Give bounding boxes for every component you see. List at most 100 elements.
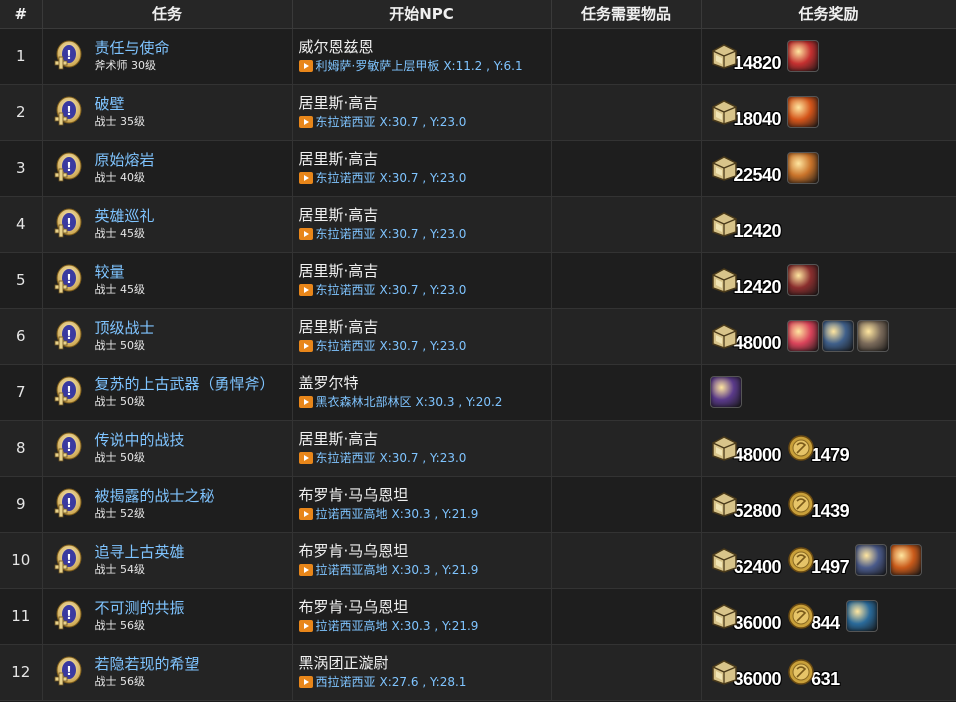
- quest-icon: !: [53, 151, 83, 185]
- npc-name: 居里斯·高吉: [298, 94, 379, 112]
- table-row: 1 ! 责任与使命 斧术师 30级 威尔恩兹恩 利姆萨·罗敏萨上层甲板 X:11…: [0, 28, 956, 85]
- location-place[interactable]: 拉诺西亚高地: [316, 561, 388, 579]
- location-coord: X:30.7 , Y:23.0: [379, 339, 467, 353]
- location-place[interactable]: 东拉诺西亚: [316, 337, 376, 355]
- npc-location[interactable]: 东拉诺西亚 X:30.7 , Y:23.0: [298, 449, 551, 467]
- table-row: 12 ! 若隐若现的希望 战士 56级 黑涡团正漩尉 西拉诺西亚 X:27.6 …: [0, 644, 956, 701]
- npc-location[interactable]: 利姆萨·罗敏萨上层甲板 X:11.2 , Y:6.1: [298, 57, 551, 75]
- quest-name[interactable]: 顶级战士: [95, 319, 155, 338]
- row-number: 5: [0, 252, 43, 309]
- strike-action-icon[interactable]: [845, 600, 878, 632]
- location-place[interactable]: 东拉诺西亚: [316, 449, 376, 467]
- quest-icon: !: [53, 95, 83, 129]
- location-place[interactable]: 东拉诺西亚: [316, 169, 376, 187]
- npc-location[interactable]: 拉诺西亚高地 X:30.3 , Y:21.9: [298, 505, 551, 523]
- quest-name[interactable]: 被揭露的战士之秘: [95, 487, 215, 506]
- quest-cell: ! 被揭露的战士之秘 战士 52级: [42, 476, 293, 533]
- npc-cell: 威尔恩兹恩 利姆萨·罗敏萨上层甲板 X:11.2 , Y:6.1: [292, 28, 552, 85]
- slash-action-icon[interactable]: [787, 264, 820, 296]
- location-coord: X:30.3 , Y:21.9: [391, 563, 479, 577]
- rewards-cell: 14820: [701, 28, 956, 85]
- svg-text:!: !: [66, 160, 71, 174]
- required-items-cell: [551, 84, 702, 141]
- npc-location[interactable]: 西拉诺西亚 X:27.6 , Y:28.1: [298, 673, 551, 691]
- row-number: 4: [0, 196, 43, 253]
- rewards-cell: 22540: [701, 140, 956, 197]
- quest-level: 战士 50级: [94, 394, 146, 408]
- svg-text:!: !: [66, 104, 71, 118]
- location-coord: X:30.3 , Y:21.9: [391, 507, 479, 521]
- burst-action-icon[interactable]: [787, 320, 820, 352]
- header-npc[interactable]: 开始NPC: [292, 0, 552, 29]
- npc-name: 盖罗尔特: [298, 374, 359, 392]
- svg-text:!: !: [66, 608, 71, 622]
- row-number: 7: [0, 364, 43, 421]
- quest-name[interactable]: 破壁: [95, 95, 146, 114]
- npc-location[interactable]: 拉诺西亚高地 X:30.3 , Y:21.9: [298, 617, 551, 635]
- location-place[interactable]: 东拉诺西亚: [316, 113, 376, 131]
- location-place[interactable]: 拉诺西亚高地: [316, 505, 388, 523]
- location-place[interactable]: 东拉诺西亚: [316, 281, 376, 299]
- npc-location[interactable]: 东拉诺西亚 X:30.7 , Y:23.0: [298, 281, 551, 299]
- table-row: 9 ! 被揭露的战士之秘 战士 52级 布罗肯·马乌恩坦 拉诺西亚高地 X:30…: [0, 476, 956, 533]
- rewards-cell: 62400 1497: [701, 532, 956, 589]
- quest-name[interactable]: 英雄巡礼: [95, 207, 155, 226]
- header-num[interactable]: #: [0, 0, 43, 29]
- quest-name[interactable]: 追寻上古英雄: [95, 543, 185, 562]
- heart-item-icon[interactable]: [787, 40, 820, 72]
- quest-name[interactable]: 责任与使命: [95, 39, 170, 58]
- fire-action-icon[interactable]: [787, 96, 820, 128]
- header-quest[interactable]: 任务: [42, 0, 293, 29]
- quest-name[interactable]: 传说中的战技: [95, 431, 185, 450]
- map-marker-icon: [298, 284, 313, 296]
- location-place[interactable]: 拉诺西亚高地: [316, 617, 388, 635]
- location-place[interactable]: 黑衣森林北部林区: [316, 393, 412, 411]
- gil-amount: 36000: [733, 613, 782, 633]
- whirl-action-icon[interactable]: [855, 544, 888, 576]
- armor-item-icon[interactable]: [822, 320, 855, 352]
- quest-name[interactable]: 若隐若现的希望: [95, 655, 200, 674]
- header-rewards[interactable]: 任务奖励: [701, 0, 956, 29]
- gauntlet-item-icon[interactable]: [857, 320, 890, 352]
- location-coord: X:30.7 , Y:23.0: [379, 171, 467, 185]
- axe-action-icon[interactable]: [787, 152, 820, 184]
- npc-name: 居里斯·高吉: [298, 206, 379, 224]
- quest-name[interactable]: 复苏的上古武器（勇悍斧）: [95, 375, 275, 394]
- svg-text:!: !: [66, 384, 71, 398]
- gil-amount: 62400: [733, 557, 782, 577]
- header-items[interactable]: 任务需要物品: [551, 0, 702, 29]
- map-marker-icon: [298, 60, 313, 72]
- row-number: 12: [0, 644, 43, 701]
- gil-reward: 48000: [710, 434, 782, 464]
- location-place[interactable]: 西拉诺西亚: [316, 673, 376, 691]
- location-place[interactable]: 利姆萨·罗敏萨上层甲板: [316, 57, 440, 75]
- npc-location[interactable]: 东拉诺西亚 X:30.7 , Y:23.0: [298, 113, 551, 131]
- gil-reward: 22540: [710, 154, 782, 184]
- rewards-cell: 48000: [701, 308, 956, 365]
- gil-icon: [710, 322, 738, 350]
- npc-location[interactable]: 东拉诺西亚 X:30.7 , Y:23.0: [298, 169, 551, 187]
- npc-location[interactable]: 东拉诺西亚 X:30.7 , Y:23.0: [298, 225, 551, 243]
- quest-name[interactable]: 不可测的共振: [95, 599, 185, 618]
- quest-name[interactable]: 原始熔岩: [95, 151, 155, 170]
- npc-location[interactable]: 黑衣森林北部林区 X:30.3 , Y:20.2: [298, 393, 551, 411]
- gil-reward: 12420: [710, 210, 782, 240]
- axe-weapon-icon[interactable]: [709, 376, 742, 408]
- location-coord: X:30.7 , Y:23.0: [379, 451, 467, 465]
- map-marker-icon: [298, 172, 313, 184]
- map-marker-icon: [298, 396, 313, 408]
- npc-cell: 居里斯·高吉 东拉诺西亚 X:30.7 , Y:23.0: [292, 252, 552, 309]
- gil-icon: [710, 98, 738, 126]
- table-row: 5 ! 较量 战士 45级 居里斯·高吉 东拉诺西亚 X:30.7 , Y:23…: [0, 252, 956, 309]
- quest-level: 战士 40级: [94, 170, 146, 184]
- quest-icon: !: [53, 263, 83, 297]
- npc-location[interactable]: 东拉诺西亚 X:30.7 , Y:23.0: [298, 337, 551, 355]
- npc-location[interactable]: 拉诺西亚高地 X:30.3 , Y:21.9: [298, 561, 551, 579]
- gil-amount: 14820: [733, 53, 782, 73]
- location-place[interactable]: 东拉诺西亚: [316, 225, 376, 243]
- quest-level: 战士 50级: [94, 450, 146, 464]
- npc-cell: 居里斯·高吉 东拉诺西亚 X:30.7 , Y:23.0: [292, 140, 552, 197]
- rage-action-icon[interactable]: [890, 544, 923, 576]
- quest-name[interactable]: 较量: [95, 263, 146, 282]
- npc-cell: 布罗肯·马乌恩坦 拉诺西亚高地 X:30.3 , Y:21.9: [292, 476, 552, 533]
